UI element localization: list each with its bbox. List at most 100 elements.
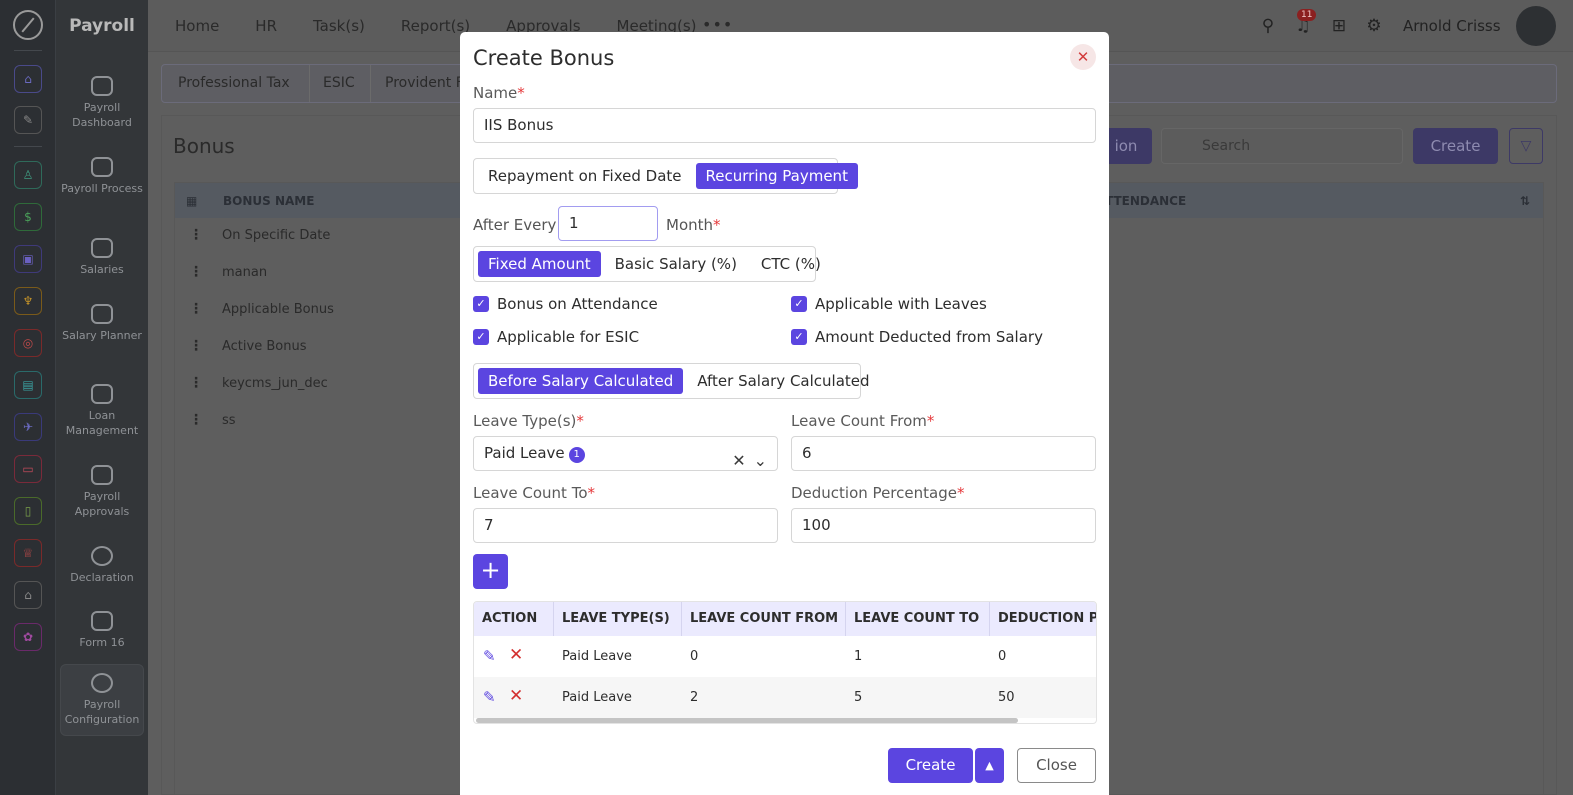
plane-icon[interactable]: ✈ [14,413,42,441]
repayment-fixed-date-option[interactable]: Repayment on Fixed Date [478,163,692,189]
search-icon[interactable]: ⚲ [1258,16,1278,36]
sidebar-item-payroll-approvals[interactable]: Payroll Approvals [60,465,144,519]
caret-up-icon[interactable]: ▲ [975,748,1004,783]
add-row-button[interactable]: + [473,554,508,589]
settings-icon[interactable]: ✿ [14,623,42,651]
deduction-cell: 50 [998,690,1015,705]
avatar[interactable] [1516,6,1556,46]
column-attendance[interactable]: TTENDANCE [1105,194,1186,208]
search-input[interactable]: Search [1161,128,1403,164]
ctc-option[interactable]: CTC (%) [751,251,831,277]
nav-hr[interactable]: HR [255,17,277,35]
create-button[interactable]: Create [1413,128,1498,164]
filter-icon[interactable]: ▽ [1509,128,1543,164]
check-icon: ✓ [791,329,807,345]
document-icon[interactable]: ▯ [14,497,42,525]
basic-salary-option[interactable]: Basic Salary (%) [605,251,747,277]
sidebar-item-form-16[interactable]: Form 16 [60,611,144,650]
recurring-payment-option[interactable]: Recurring Payment [695,163,858,189]
create-button[interactable]: Create [888,748,973,783]
nav-tasks[interactable]: Task(s) [313,17,365,35]
column-settings-icon[interactable]: ▦ [186,194,197,208]
applicable-with-leaves-checkbox[interactable]: ✓ Applicable with Leaves [791,295,987,313]
user-name[interactable]: Arnold Crisss [1403,17,1501,35]
close-icon[interactable]: ✕ [1070,44,1096,70]
checkbox-label: Amount Deducted from Salary [815,328,1043,346]
sidebar-item-loan-management[interactable]: Loan Management [60,384,144,438]
row-menu-icon[interactable]: ⋮ [189,375,203,391]
leave-count-to-field[interactable]: 7 [473,508,778,543]
app-title: Payroll [69,16,135,36]
sidebar-item-payroll-configuration[interactable]: Payroll Configuration [60,664,144,736]
nav-reports[interactable]: Report(s) [401,17,470,35]
delete-icon[interactable]: ✕ [509,686,523,706]
after-every-field[interactable]: 1 [558,206,658,241]
target-icon[interactable]: ◎ [14,329,42,357]
cash-icon [91,157,113,177]
close-button[interactable]: Close [1017,748,1096,783]
leave-type-cell: Paid Leave [562,690,632,705]
fixed-amount-option[interactable]: Fixed Amount [478,251,601,277]
user-check-icon [91,465,113,485]
apps-grid-icon[interactable]: ⊞ [1329,16,1349,36]
compass-logo-icon[interactable] [13,10,43,40]
archive-icon[interactable]: ▤ [14,371,42,399]
divider [14,146,42,147]
divider [309,65,310,102]
edit-icon[interactable]: ✎ [483,647,496,665]
briefcase-icon[interactable]: ▣ [14,245,42,273]
loan-icon [91,384,113,404]
module-sidebar: Payroll Payroll Dashboard Payroll Proces… [56,0,148,795]
row-menu-icon[interactable]: ⋮ [189,301,203,317]
pin-icon[interactable]: ✎ [14,106,42,134]
monitor-icon[interactable]: ▭ [14,455,42,483]
sidebar-item-salary-planner[interactable]: Salary Planner [60,304,144,343]
tab-esic[interactable]: ESIC [323,75,355,91]
tab-professional-tax[interactable]: Professional Tax [178,75,290,91]
horizontal-scrollbar[interactable] [476,718,1018,723]
leave-count-from-field[interactable]: 6 [791,436,1096,471]
chevron-down-icon[interactable]: ⌄ [754,444,767,477]
check-icon: ✓ [473,329,489,345]
nav-home[interactable]: Home [175,17,219,35]
after-salary-option[interactable]: After Salary Calculated [687,368,879,394]
leave-types-select[interactable]: Paid Leave 1 ✕ ⌄ [473,436,778,471]
applicable-for-esic-checkbox[interactable]: ✓ Applicable for ESIC [473,328,639,346]
name-field[interactable]: IIS Bonus [473,108,1096,143]
check-icon: ✓ [791,296,807,312]
edit-icon[interactable]: ✎ [483,688,496,706]
leave-to-cell: 1 [854,649,863,664]
people-icon[interactable]: ♙ [14,161,42,189]
page-title: Bonus [173,134,235,158]
sort-icon[interactable]: ⇅ [1520,194,1530,208]
tab-provident-fund[interactable]: Provident F [385,75,464,91]
delete-icon[interactable]: ✕ [509,645,523,665]
gear-icon[interactable]: ⚙ [1364,16,1384,36]
clear-icon[interactable]: ✕ [732,444,745,477]
icon-rail: ⌂ ✎ ♙ $ ▣ ♆ ◎ ▤ ✈ ▭ ▯ ♕ ⌂ ✿ [0,0,56,795]
bonus-on-attendance-checkbox[interactable]: ✓ Bonus on Attendance [473,295,658,313]
sidebar-item-payroll-dashboard[interactable]: Payroll Dashboard [60,76,144,130]
checkbox-label: Applicable for ESIC [497,328,640,346]
sidebar-item-payroll-process[interactable]: Payroll Process [60,157,144,196]
sidebar-item-declaration[interactable]: Declaration [60,546,144,585]
row-menu-icon[interactable]: ⋮ [189,338,203,354]
create-bonus-modal: Create Bonus ✕ Name* IIS Bonus Repayment… [460,32,1109,795]
row-menu-icon[interactable]: ⋮ [189,227,203,243]
wheat-icon[interactable]: ♆ [14,287,42,315]
amount-deducted-checkbox[interactable]: ✓ Amount Deducted from Salary [791,328,1043,346]
money-icon[interactable]: $ [14,203,42,231]
month-label: Month* [666,216,721,234]
column-leave-types: LEAVE TYPE(S) [554,602,682,636]
before-salary-option[interactable]: Before Salary Calculated [478,368,684,394]
home-icon[interactable]: ⌂ [14,65,42,93]
column-bonus-name[interactable]: BONUS NAME [223,194,314,208]
badge-icon[interactable]: ♕ [14,539,42,567]
row-menu-icon[interactable]: ⋮ [189,264,203,280]
sidebar-item-salaries[interactable]: Salaries [60,238,144,277]
row-menu-icon[interactable]: ⋮ [189,412,203,428]
deduction-percentage-field[interactable]: 100 [791,508,1096,543]
house-icon[interactable]: ⌂ [14,581,42,609]
leave-rules-table: ACTION LEAVE TYPE(S) LEAVE COUNT FROM LE… [473,601,1097,724]
leave-to-label: Leave Count To* [473,484,595,502]
